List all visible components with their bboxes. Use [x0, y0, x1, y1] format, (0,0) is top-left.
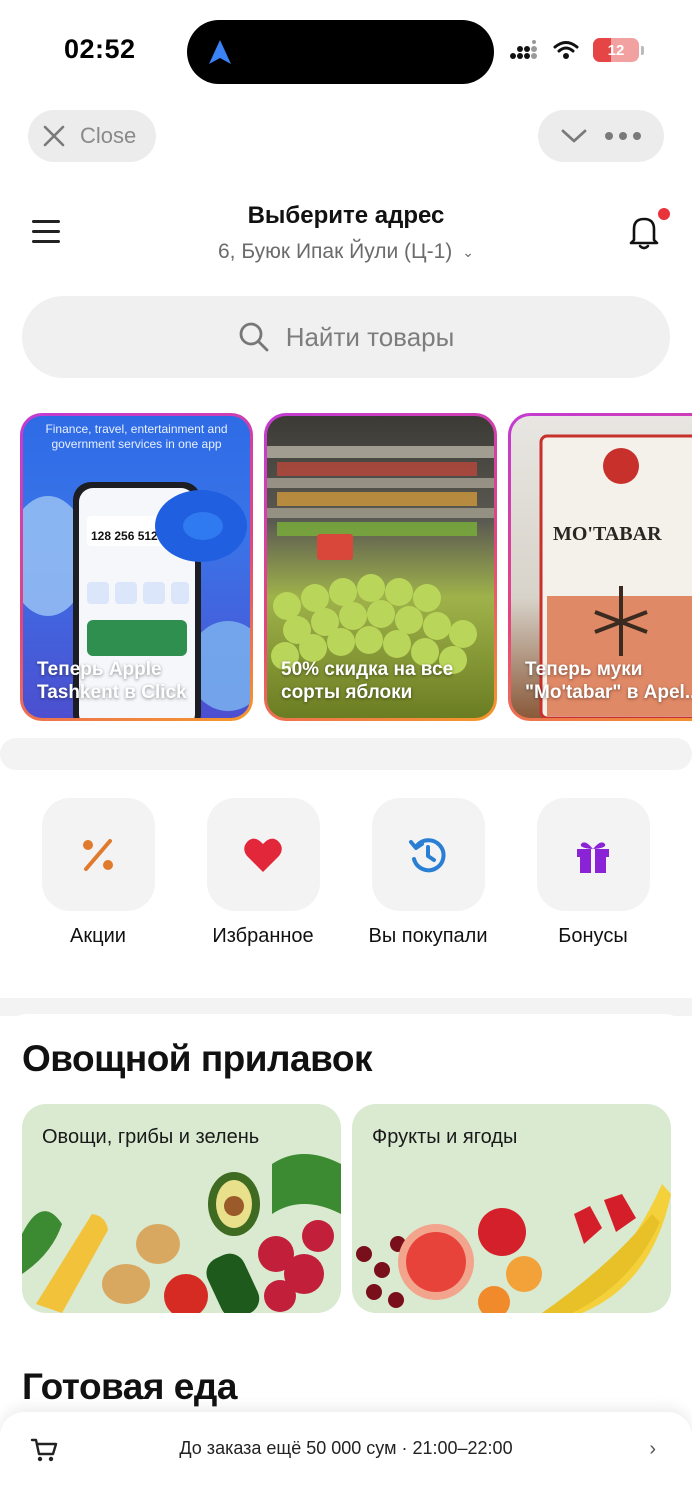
- chevron-right-icon: ›: [649, 1438, 656, 1460]
- dynamic-island: [187, 20, 494, 84]
- chevron-down-icon: ⌄: [462, 243, 474, 260]
- quick-action-bonuses[interactable]: Бонусы: [518, 798, 668, 948]
- quick-action-label: Акции: [70, 925, 126, 947]
- notification-badge: [656, 206, 672, 222]
- cart-bar[interactable]: До заказа ещё 50 000 сум · 21:00–22:00 ›: [0, 1412, 692, 1500]
- mini-app-bar: Close: [0, 108, 692, 164]
- story-card[interactable]: 50% скидка на все сорты яблоки: [264, 413, 497, 721]
- stories-carousel: Finance, travel, entertainment and gover…: [20, 413, 692, 721]
- heart-icon: [244, 838, 282, 872]
- battery-indicator: 12: [593, 38, 639, 62]
- search-icon: [239, 322, 269, 352]
- quick-action-label: Бонусы: [558, 925, 628, 947]
- story-card[interactable]: Finance, travel, entertainment and gover…: [20, 413, 253, 721]
- address-header: Выберите адрес 6, Буюк Ипак Йули (Ц-1) ⌄: [0, 190, 692, 280]
- history-icon: [409, 837, 446, 872]
- section-title: Овощной прилавок: [22, 1038, 373, 1079]
- section-title: Готовая еда: [22, 1366, 237, 1407]
- search-bar[interactable]: Найти товары: [22, 296, 670, 378]
- cart-bar-text: До заказа ещё 50 000 сум · 21:00–22:00: [179, 1438, 513, 1458]
- vegetable-section: Овощной прилавок Овощи, грибы и зелень Ф…: [0, 1014, 692, 1434]
- cellular-signal-icon: [510, 40, 537, 59]
- quick-action-label: Избранное: [212, 925, 314, 947]
- gift-icon: [577, 841, 609, 873]
- story-label: Теперь Apple Tashkent в Click: [37, 659, 187, 703]
- status-time: 02:52: [64, 34, 136, 64]
- category-label: Овощи, грибы и зелень: [42, 1126, 260, 1148]
- address-title[interactable]: Выберите адрес: [0, 202, 692, 230]
- story-label: Теперь муки "Mo'tabar" в Apel...: [525, 659, 692, 703]
- svg-text:128 256 512: 128 256 512: [91, 529, 158, 543]
- address-text: 6, Буюк Ипак Йули (Ц-1): [218, 240, 453, 263]
- close-icon: [43, 125, 65, 147]
- percent-icon: [83, 838, 113, 871]
- section-divider: [0, 738, 692, 770]
- address-selector[interactable]: 6, Буюк Ипак Йули (Ц-1) ⌄: [0, 240, 692, 264]
- quick-action-promotions[interactable]: Акции: [23, 798, 173, 948]
- category-card-vegetables[interactable]: Овощи, грибы и зелень: [22, 1104, 341, 1313]
- category-label: Фрукты и ягоды: [372, 1126, 518, 1148]
- search-placeholder: Найти товары: [285, 321, 455, 352]
- quick-action-label: Вы покупали: [368, 925, 488, 947]
- quick-actions: Акции Избранное Вы покупали Бонусы: [0, 772, 692, 1000]
- status-icons: 12: [509, 38, 644, 62]
- navigation-arrow-icon: [209, 40, 231, 64]
- story-label: 50% скидка на все сорты яблоки: [281, 659, 454, 703]
- story-card[interactable]: MO'TABAR Теперь муки "Mo'tabar" в Apel..…: [508, 413, 692, 721]
- wifi-icon: [553, 41, 579, 59]
- battery-tip: [641, 45, 644, 55]
- chevron-down-icon[interactable]: [560, 127, 588, 145]
- quick-action-favorites[interactable]: Избранное: [188, 798, 338, 948]
- more-options-icon[interactable]: [604, 131, 642, 141]
- status-bar: 02:52 12: [0, 0, 692, 100]
- svg-text:MO'TABAR: MO'TABAR: [553, 523, 662, 545]
- quick-action-purchased[interactable]: Вы покупали: [353, 798, 503, 948]
- close-button[interactable]: Close: [28, 110, 157, 162]
- close-label: Close: [80, 123, 137, 148]
- mini-app-controls: [538, 110, 664, 162]
- category-card-fruits[interactable]: Фрукты и ягоды: [352, 1104, 671, 1313]
